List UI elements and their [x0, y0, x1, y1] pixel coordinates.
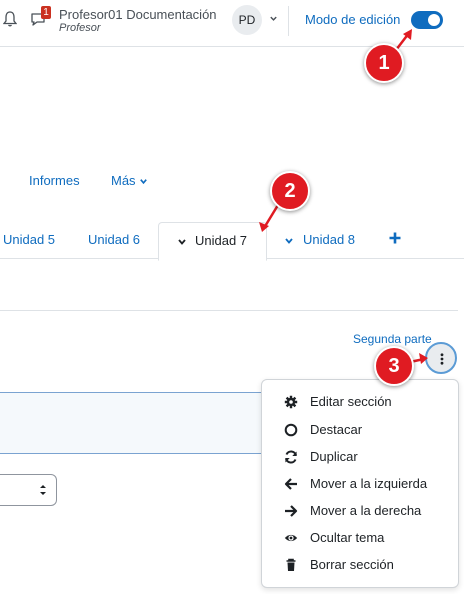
section-actions-menu: Editar sección Destacar Duplicar Mover a…	[261, 379, 459, 588]
menu-item-edit-section[interactable]: Editar sección	[262, 389, 458, 415]
section-summary-box	[0, 392, 265, 454]
menu-item-label: Mover a la derecha	[310, 503, 422, 518]
navbar-divider	[288, 6, 289, 36]
menu-item-label: Mover a la izquierda	[310, 476, 428, 491]
next-section-link[interactable]: Segunda parte	[353, 332, 432, 346]
tab-unidad-5[interactable]: Unidad 5	[3, 232, 55, 247]
tab-unidad-7-label: Unidad 7	[195, 233, 248, 248]
plus-icon[interactable]	[388, 231, 402, 245]
section-actions-button[interactable]	[425, 342, 457, 374]
edit-mode-toggle[interactable]	[411, 11, 443, 29]
menu-item-highlight[interactable]: Destacar	[262, 417, 458, 443]
chevron-down-icon[interactable]	[269, 14, 278, 23]
messages-count-badge: 1	[41, 6, 51, 19]
menu-item-move-right[interactable]: Mover a la derecha	[262, 498, 458, 524]
arrow-right-icon	[285, 505, 298, 517]
menu-item-label: Destacar	[310, 422, 363, 437]
menu-item-hide-topic[interactable]: Ocultar tema	[262, 525, 458, 551]
tab-unidad-6[interactable]: Unidad 6	[88, 232, 140, 247]
arrow-left-icon	[284, 478, 297, 490]
avatar[interactable]: PD	[232, 5, 262, 35]
user-role: Profesor	[59, 22, 101, 34]
menu-item-label: Ocultar tema	[310, 530, 385, 545]
circle-icon	[284, 423, 298, 437]
tab-unidad-8[interactable]: Unidad 8	[303, 232, 355, 247]
callout-badge: 3	[374, 346, 414, 386]
menu-item-duplicate[interactable]: Duplicar	[262, 444, 458, 470]
sort-icon	[40, 485, 46, 495]
tab-unidad-7[interactable]: Unidad 7	[158, 222, 267, 261]
callout-badge: 2	[270, 171, 310, 211]
nav-more-link[interactable]: Más	[111, 173, 136, 188]
menu-item-delete-section[interactable]: Borrar sección	[262, 552, 458, 578]
eye-icon	[284, 534, 298, 542]
section-divider	[0, 310, 458, 311]
chevron-down-icon[interactable]	[139, 177, 148, 186]
nav-reports-link[interactable]: Informes	[29, 173, 80, 188]
chevron-down-icon[interactable]	[284, 236, 294, 246]
chevron-down-icon[interactable]	[177, 237, 187, 247]
trash-icon	[286, 558, 296, 571]
menu-item-label: Duplicar	[310, 449, 358, 464]
menu-item-move-left[interactable]: Mover a la izquierda	[262, 471, 458, 497]
edit-mode-label[interactable]: Modo de edición	[305, 12, 400, 27]
bell-icon[interactable]	[3, 11, 17, 27]
refresh-icon	[285, 450, 297, 464]
gear-icon	[284, 395, 298, 409]
callout-badge: 1	[364, 43, 404, 83]
menu-item-label: Editar sección	[310, 394, 392, 409]
toggle-knob	[428, 14, 440, 26]
menu-item-label: Borrar sección	[310, 557, 394, 572]
user-name[interactable]: Profesor01 Documentación	[59, 7, 217, 22]
select-dropdown[interactable]	[0, 474, 57, 506]
kebab-icon	[440, 353, 444, 365]
